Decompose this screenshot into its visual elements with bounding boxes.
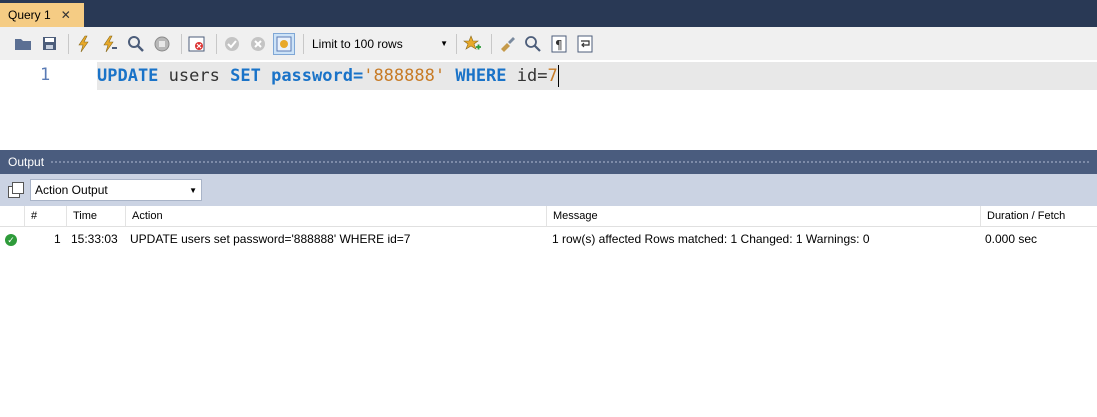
- toolbar-separator: [68, 33, 69, 54]
- keyword-token: UPDATE: [97, 66, 159, 86]
- close-icon[interactable]: ✕: [61, 8, 71, 22]
- row-message: 1 row(s) affected Rows matched: 1 Change…: [552, 232, 870, 246]
- open-folder-icon[interactable]: [12, 33, 34, 55]
- row-duration: 0.000 sec: [985, 232, 1038, 246]
- row-num: 1: [54, 232, 61, 246]
- execute-lightning-icon[interactable]: [73, 33, 95, 55]
- toolbar-separator: [456, 33, 457, 54]
- identifier-token: password=: [271, 66, 364, 86]
- identifier-token: id=: [516, 66, 548, 86]
- column-header-message[interactable]: Message: [546, 206, 980, 226]
- number-token: 7: [547, 66, 558, 86]
- column-header-num[interactable]: #: [24, 206, 66, 226]
- row-time: 15:33:03: [71, 232, 118, 246]
- toolbar-separator: [491, 33, 492, 54]
- find-magnifier-icon[interactable]: [522, 33, 544, 55]
- output-panel-header: Output: [0, 150, 1097, 174]
- column-header-time[interactable]: Time: [66, 206, 125, 226]
- column-header-duration[interactable]: Duration / Fetch: [980, 206, 1097, 226]
- rollback-x-icon[interactable]: [247, 33, 269, 55]
- output-toolbar: Action Output ▼: [0, 174, 1097, 206]
- output-title: Output: [8, 155, 45, 169]
- tab-title: Query 1: [8, 8, 51, 22]
- check-circle-icon: ✓: [5, 234, 17, 246]
- execute-current-icon[interactable]: [99, 33, 121, 55]
- explain-magnifier-icon[interactable]: [125, 33, 147, 55]
- limit-rows-value: Limit to 100 rows: [312, 36, 403, 51]
- toolbar-separator: [181, 33, 182, 54]
- column-header-action[interactable]: Action: [125, 206, 546, 226]
- invisible-chars-pilcrow-icon[interactable]: ¶: [548, 33, 570, 55]
- svg-text:¶: ¶: [555, 38, 563, 52]
- tab-strip: Query 1 ✕: [0, 0, 1097, 27]
- line-number: 1: [40, 65, 51, 85]
- output-type-value: Action Output: [35, 183, 108, 197]
- drag-grip[interactable]: [50, 159, 1089, 165]
- save-icon[interactable]: [38, 33, 60, 55]
- output-type-select[interactable]: Action Output ▼: [30, 179, 202, 201]
- output-grid: # Time Action Message Duration / Fetch ✓…: [0, 206, 1097, 417]
- identifier-token: users: [168, 66, 220, 86]
- tab-query-1[interactable]: Query 1 ✕: [0, 3, 84, 27]
- chevron-down-icon: ▼: [440, 39, 448, 48]
- add-snippet-star-icon[interactable]: [461, 33, 483, 55]
- commit-check-icon[interactable]: [221, 33, 243, 55]
- stop-icon[interactable]: [151, 33, 173, 55]
- code-line[interactable]: UPDATE users SET password='888888' WHERE…: [97, 62, 1097, 90]
- string-token: '888888': [363, 66, 446, 86]
- wrap-lines-icon[interactable]: [574, 33, 596, 55]
- keyword-token: WHERE: [455, 66, 507, 86]
- keyword-token: SET: [230, 66, 261, 86]
- toolbar-separator: [303, 33, 304, 54]
- limit-rows-select[interactable]: Limit to 100 rows ▼: [308, 34, 452, 54]
- table-row[interactable]: ✓ 1 15:33:03 UPDATE users set password='…: [0, 228, 1097, 250]
- text-cursor: [557, 65, 559, 87]
- chevron-down-icon: ▼: [189, 185, 197, 195]
- grid-header: # Time Action Message Duration / Fetch: [0, 206, 1097, 227]
- beautify-brush-icon[interactable]: [496, 33, 518, 55]
- autocommit-toggle-icon[interactable]: [273, 32, 295, 55]
- row-action: UPDATE users set password='888888' WHERE…: [130, 232, 411, 246]
- toolbar-separator: [216, 33, 217, 54]
- sql-editor[interactable]: 1 UPDATE users SET password='888888' WHE…: [0, 60, 1097, 144]
- toggle-error-icon[interactable]: [186, 33, 208, 55]
- query-toolbar: Limit to 100 rows ▼ ¶: [0, 27, 1097, 60]
- copy-icon[interactable]: [8, 182, 24, 198]
